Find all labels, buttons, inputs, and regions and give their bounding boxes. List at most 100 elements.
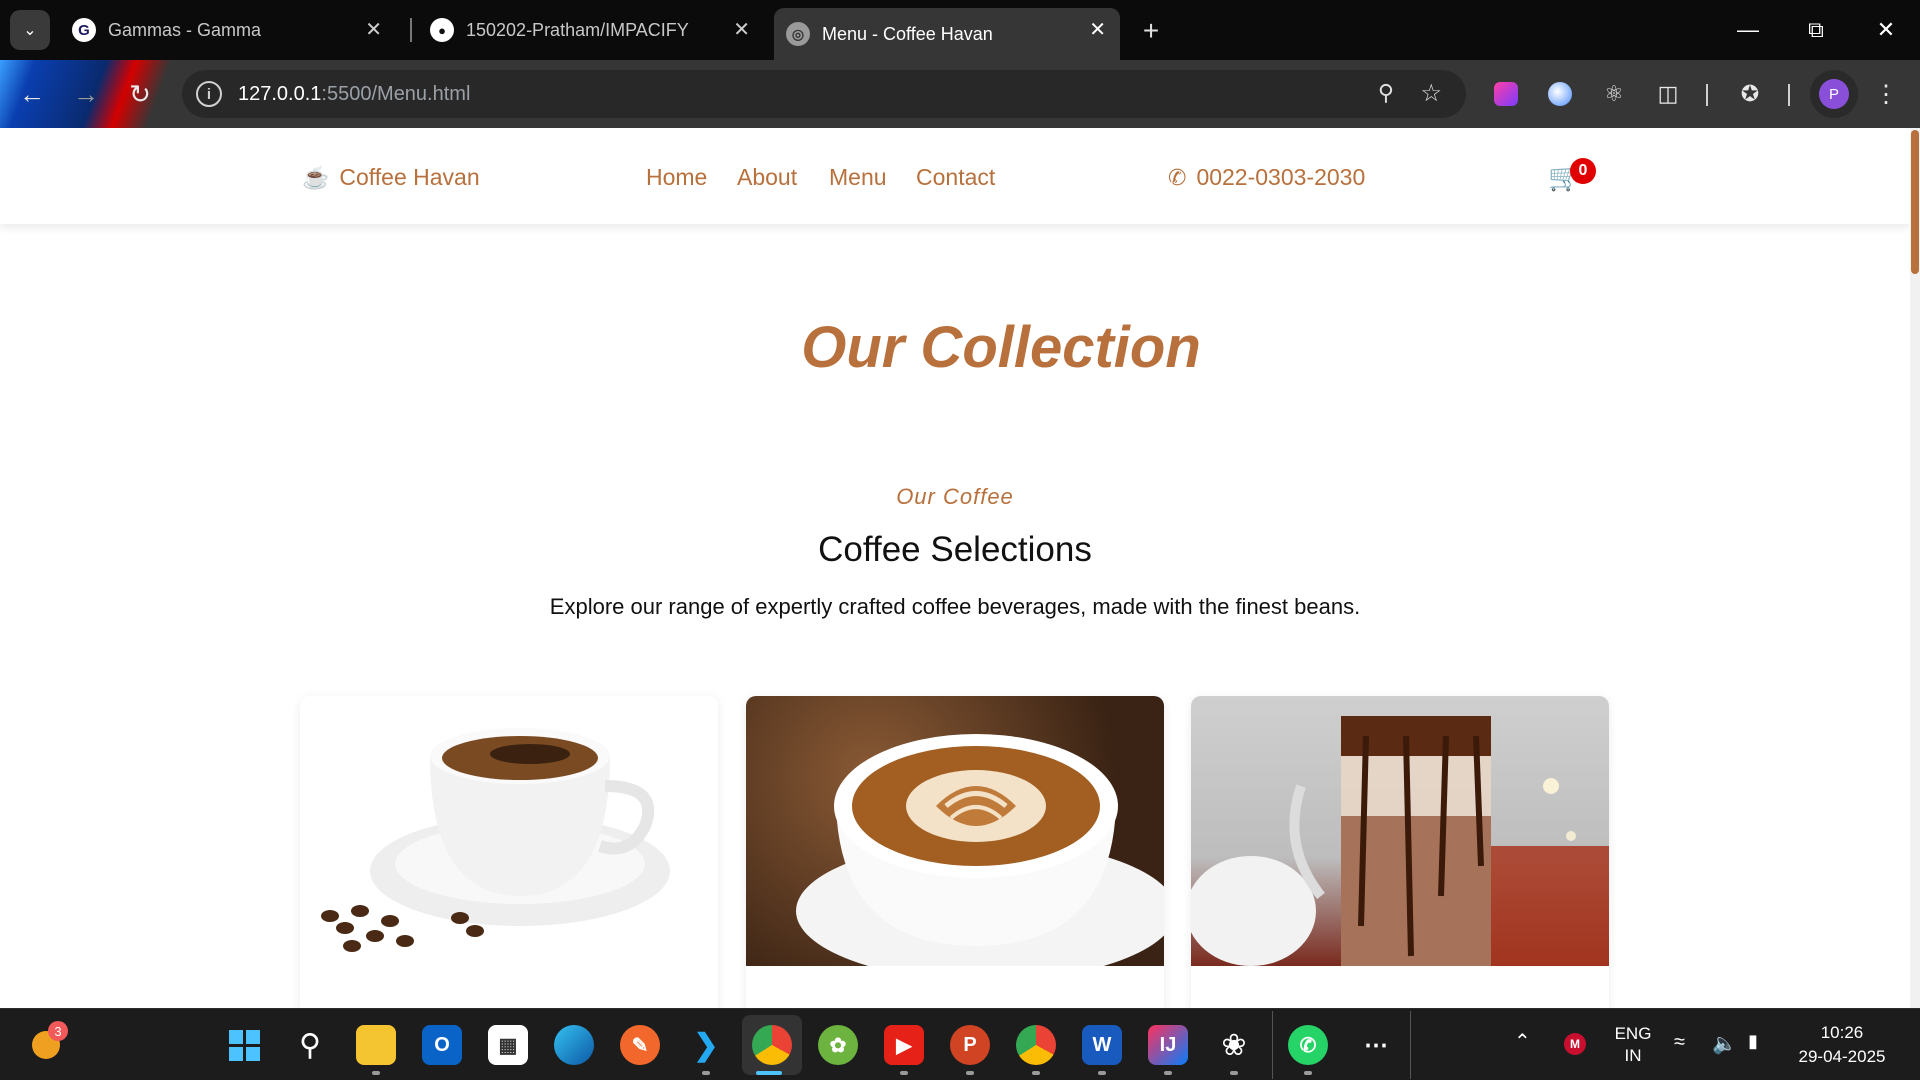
start-windows-icon[interactable]: [224, 1025, 264, 1065]
cart-count-badge: 0: [1570, 158, 1596, 184]
minimize-icon: —: [1737, 17, 1759, 42]
nav-home[interactable]: Home: [646, 164, 707, 191]
tab-menu-coffee-havan[interactable]: ◎ Menu - Coffee Havan ✕: [774, 8, 1120, 60]
running-indicator: [1098, 1071, 1106, 1075]
bookmark-star-icon[interactable]: ☆: [1420, 79, 1442, 108]
outlook-icon[interactable]: O: [422, 1025, 462, 1065]
product-card[interactable]: [1191, 696, 1609, 1008]
forward-button[interactable]: →: [66, 74, 106, 114]
phone-icon: ✆: [1168, 164, 1187, 190]
running-indicator: [966, 1071, 974, 1075]
zoom-icon[interactable]: ⚲: [1378, 80, 1394, 106]
toolbar-divider: [1706, 84, 1708, 106]
minimize-button[interactable]: —: [1716, 0, 1780, 60]
latte-art-image: [746, 696, 1164, 981]
back-button[interactable]: ←: [12, 74, 52, 114]
spring-tools-icon[interactable]: ✿: [818, 1025, 858, 1065]
more-menu-icon[interactable]: ⋮: [1868, 76, 1904, 112]
running-indicator: [1304, 1071, 1312, 1075]
phone-text: 0022-0303-2030: [1196, 164, 1366, 190]
intellij-icon[interactable]: IJ: [1148, 1025, 1188, 1065]
tab-title: Gammas - Gamma: [108, 19, 262, 40]
arrow-left-icon: ←: [19, 78, 45, 109]
close-window-button[interactable]: ✕: [1854, 0, 1918, 60]
vscode-icon[interactable]: ❯: [686, 1025, 726, 1065]
running-indicator: [756, 1071, 782, 1075]
close-icon[interactable]: ✕: [733, 17, 750, 42]
youtube-icon[interactable]: ▶: [884, 1025, 924, 1065]
volume-icon[interactable]: 🔈: [1712, 1031, 1737, 1056]
profile-avatar[interactable]: P: [1810, 70, 1858, 118]
running-indicator: [372, 1071, 380, 1075]
running-indicator: [702, 1071, 710, 1075]
address-bar[interactable]: i 127.0.0.1:5500/Menu.html ⚲ ☆: [182, 70, 1466, 118]
tab-title: Menu - Coffee Havan: [822, 23, 993, 44]
site-info-icon[interactable]: i: [196, 81, 222, 107]
product-card[interactable]: [300, 696, 718, 1008]
word-icon[interactable]: W: [1082, 1025, 1122, 1065]
tab-search-button[interactable]: ⌄: [10, 10, 50, 50]
chevron-down-icon: ⌄: [23, 22, 37, 39]
nav-contact[interactable]: Contact: [916, 164, 995, 191]
extension-gradient-icon[interactable]: [1488, 76, 1524, 112]
url-text[interactable]: 127.0.0.1:5500/Menu.html: [238, 83, 470, 106]
extensions-puzzle-icon[interactable]: ◫: [1650, 76, 1686, 112]
draw-app-icon[interactable]: ✎: [620, 1025, 660, 1065]
tab-divider: [410, 18, 412, 42]
url-path: :5500/Menu.html: [321, 82, 471, 105]
language-code: ENG: [1614, 1024, 1652, 1043]
plus-icon: +: [1142, 15, 1160, 46]
tab-gamma[interactable]: G Gammas - Gamma ✕: [66, 8, 396, 52]
search-icon[interactable]: ⚲: [290, 1025, 330, 1065]
clock[interactable]: 10:26 29-04-2025: [1794, 1021, 1890, 1069]
file-explorer-icon[interactable]: [356, 1025, 396, 1065]
phone-number[interactable]: ✆ 0022-0303-2030: [1168, 164, 1365, 191]
microsoft-store-icon[interactable]: ▦: [488, 1025, 528, 1065]
mcafee-icon[interactable]: M: [1564, 1033, 1586, 1055]
running-indicator: [900, 1071, 908, 1075]
running-indicator: [1164, 1071, 1172, 1075]
battery-icon[interactable]: ▮: [1748, 1031, 1758, 1052]
tab-github[interactable]: ● 150202-Pratham/IMPACIFY ✕: [424, 8, 764, 52]
page-scrollbar[interactable]: [1910, 128, 1920, 1008]
new-tab-button[interactable]: +: [1134, 14, 1168, 48]
edge-icon[interactable]: [554, 1025, 594, 1065]
chrome-icon[interactable]: [1016, 1025, 1056, 1065]
powerpoint-icon[interactable]: P: [950, 1025, 990, 1065]
toolbar-divider: [1788, 84, 1790, 106]
whatsapp-icon[interactable]: ✆: [1288, 1025, 1328, 1065]
web-page: ☕ Coffee Havan Home About Menu Contact ✆…: [0, 128, 1920, 1008]
restore-icon: ⧉: [1808, 17, 1824, 42]
reload-button[interactable]: ↻: [120, 74, 160, 114]
show-hidden-icons-chevron-icon[interactable]: ⌃: [1514, 1029, 1531, 1054]
collection-title: Our Collection: [801, 315, 1201, 380]
language-indicator[interactable]: ENG IN: [1612, 1023, 1654, 1067]
tab-strip: ⌄ G Gammas - Gamma ✕ ● 150202-Pratham/IM…: [0, 0, 1920, 60]
notification-badge: 3: [48, 1021, 68, 1041]
extension-blue-drop-icon[interactable]: [1542, 76, 1578, 112]
brand-link[interactable]: ☕ Coffee Havan: [302, 164, 480, 191]
restore-button[interactable]: ⧉: [1784, 0, 1848, 60]
github-icon: ●: [430, 18, 454, 42]
more-apps-icon[interactable]: ⋯: [1356, 1025, 1396, 1065]
reload-icon: ↻: [129, 78, 151, 109]
section-title: Coffee Selections: [818, 530, 1092, 569]
nav-menu[interactable]: Menu: [829, 164, 887, 191]
react-devtools-icon[interactable]: ⚛: [1596, 76, 1632, 112]
wifi-icon[interactable]: ≈: [1674, 1031, 1685, 1054]
url-host: 127.0.0.1: [238, 82, 322, 105]
running-indicator: [1032, 1071, 1040, 1075]
favorites-icon[interactable]: ✪: [1732, 76, 1768, 112]
arrow-right-icon: →: [73, 78, 99, 109]
scrollbar-thumb[interactable]: [1911, 130, 1919, 274]
clock-time: 10:26: [1820, 1023, 1864, 1042]
close-icon[interactable]: ✕: [1089, 17, 1106, 42]
chrome-profile-icon[interactable]: [752, 1025, 792, 1065]
brand-name: Coffee Havan: [339, 164, 480, 190]
nav-about[interactable]: About: [737, 164, 797, 191]
taskbar-divider: [1410, 1011, 1411, 1079]
product-card[interactable]: [746, 696, 1164, 1008]
clock-date: 29-04-2025: [1798, 1047, 1886, 1066]
close-icon[interactable]: ✕: [365, 17, 382, 42]
chatgpt-icon[interactable]: ❀: [1214, 1025, 1254, 1065]
